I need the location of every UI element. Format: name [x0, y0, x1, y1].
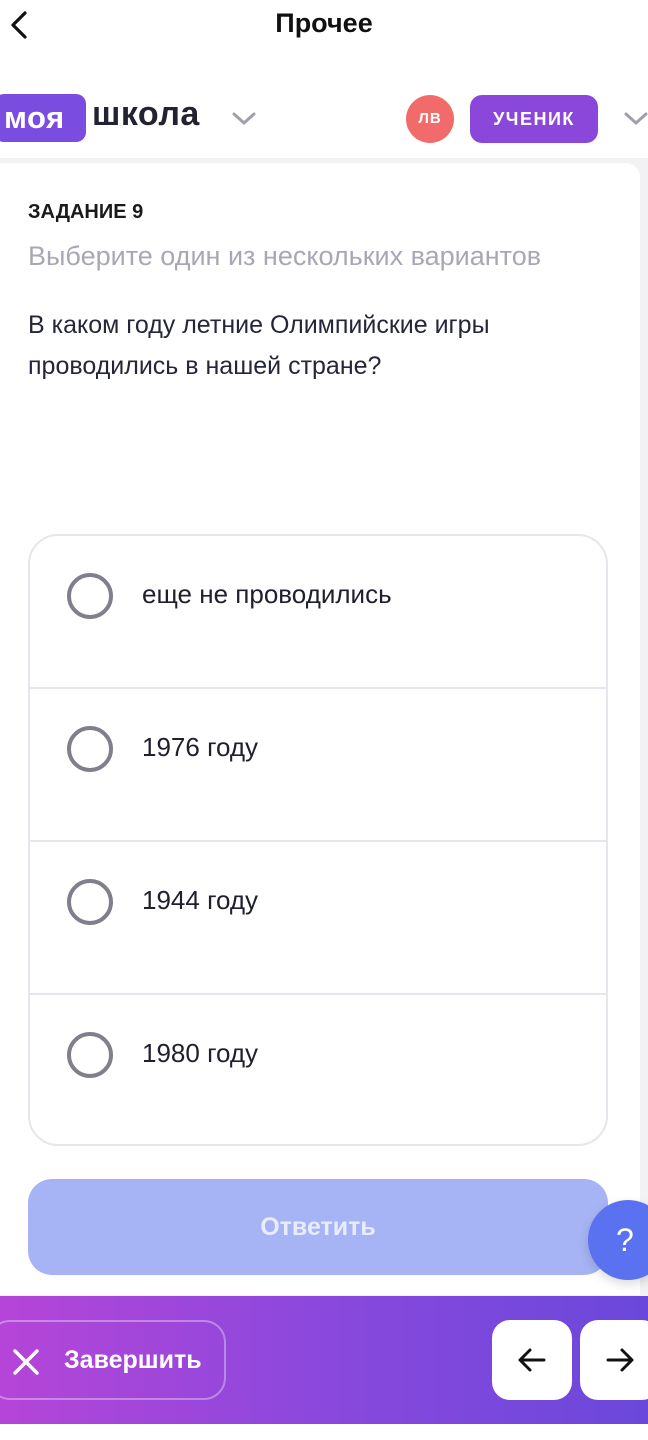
top-navigation-bar: Прочее [0, 0, 648, 52]
logo-shkola: школа [92, 95, 200, 133]
role-badge[interactable]: УЧЕНИК [470, 95, 598, 143]
answer-options: еще не проводились 1976 году 1944 году 1… [28, 534, 608, 1146]
answer-option[interactable]: 1976 году [30, 689, 606, 842]
chevron-down-icon[interactable] [230, 110, 258, 128]
bottom-action-bar: Завершить [0, 1296, 648, 1424]
radio-button[interactable] [67, 1032, 113, 1078]
answer-option[interactable]: 1944 году [30, 842, 606, 995]
chevron-down-icon[interactable] [622, 110, 648, 128]
app-header: моя школа ЛВ УЧЕНИК [0, 52, 648, 158]
avatar[interactable]: ЛВ [406, 95, 454, 143]
answer-button[interactable]: Ответить [28, 1179, 608, 1275]
task-number-label: ЗАДАНИЕ 9 [28, 201, 144, 223]
question-text: В каком году летние Олимпийские игры про… [28, 311, 490, 380]
arrow-right-icon [606, 1348, 634, 1372]
bottom-strip [0, 1424, 648, 1440]
finish-label: Завершить [64, 1346, 202, 1374]
radio-button[interactable] [67, 879, 113, 925]
option-label: еще не проводились [142, 579, 392, 609]
radio-button[interactable] [67, 726, 113, 772]
answer-option[interactable]: еще не проводились [30, 536, 606, 689]
previous-task-button[interactable] [492, 1320, 572, 1400]
answer-option[interactable]: 1980 году [30, 995, 606, 1144]
radio-button[interactable] [67, 573, 113, 619]
option-label: 1980 году [142, 1038, 259, 1068]
page-title: Прочее [275, 8, 373, 38]
option-label: 1944 году [142, 885, 259, 915]
finish-button[interactable]: Завершить [0, 1320, 226, 1400]
logo-moya: моя [0, 94, 86, 142]
option-label: 1976 году [142, 732, 259, 762]
close-icon [13, 1349, 39, 1375]
next-task-button[interactable] [580, 1320, 648, 1400]
arrow-left-icon [518, 1348, 546, 1372]
task-hint: Выберите один из нескольких вариантов [28, 241, 542, 271]
task-card: ЗАДАНИЕ 9 Выберите один из нескольких ва… [0, 163, 640, 1295]
